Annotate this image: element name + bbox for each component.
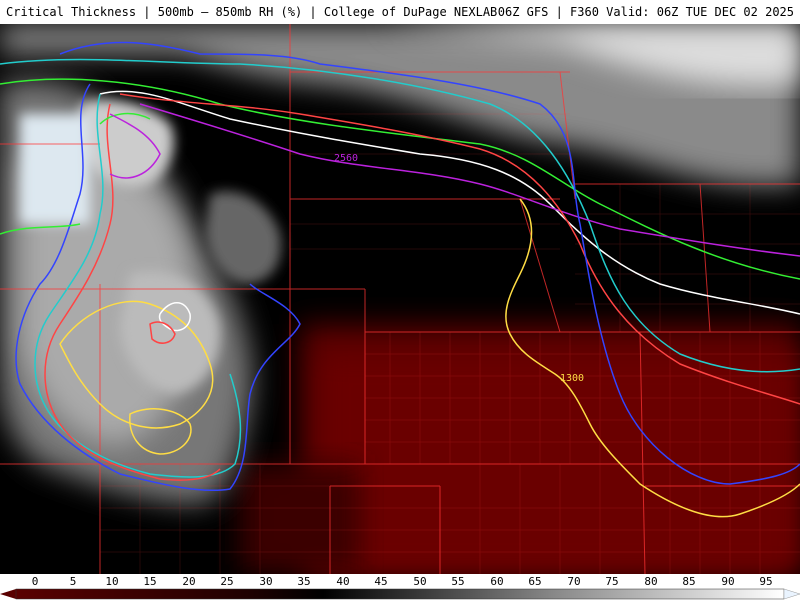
- rh-saturated-west: [20, 114, 90, 224]
- legend-tick: 0: [31, 575, 39, 588]
- legend-tick: 5: [69, 575, 77, 588]
- legend-tick: 75: [605, 575, 619, 588]
- contour-label-1300: 1300: [560, 373, 584, 384]
- legend-tick: 45: [374, 575, 388, 588]
- colorbar-right-arrow: [783, 588, 800, 600]
- legend-tick: 65: [528, 575, 542, 588]
- colorbar-left-arrow: [0, 589, 16, 599]
- product-title: Critical Thickness | 500mb – 850mb RH (%…: [6, 5, 498, 19]
- legend-tick: 70: [567, 575, 581, 588]
- legend-tick: 25: [220, 575, 234, 588]
- legend-tick: 85: [682, 575, 696, 588]
- rh-colorbar: [0, 588, 800, 600]
- header-bar: Critical Thickness | 500mb – 850mb RH (%…: [0, 0, 800, 24]
- legend-tick: 95: [759, 575, 773, 588]
- legend-tick-labels: 0 5 10 15 20 25 30 35 40 45 50 55 60 65 …: [0, 574, 800, 588]
- contour-label-2560: 2560: [334, 153, 358, 164]
- rh-legend: 0 5 10 15 20 25 30 35 40 45 50 55 60 65 …: [0, 574, 800, 600]
- legend-tick: 30: [259, 575, 273, 588]
- map-svg: 2560 1300: [0, 24, 800, 575]
- app-root: Critical Thickness | 500mb – 850mb RH (%…: [0, 0, 800, 600]
- valid-time: 06Z GFS | F360 Valid: 06Z TUE DEC 02 202…: [497, 5, 794, 19]
- legend-tick: 40: [336, 575, 350, 588]
- legend-tick: 50: [413, 575, 427, 588]
- rh-dry-region-3: [240, 464, 360, 574]
- legend-tick: 60: [490, 575, 504, 588]
- legend-tick: 80: [644, 575, 658, 588]
- colorbar-gradient: [15, 588, 785, 600]
- legend-tick: 55: [451, 575, 465, 588]
- legend-tick: 20: [182, 575, 196, 588]
- legend-tick: 90: [721, 575, 735, 588]
- forecast-map[interactable]: 2560 1300: [0, 24, 800, 575]
- legend-tick: 15: [143, 575, 157, 588]
- legend-tick: 10: [105, 575, 119, 588]
- rh-field: [0, 24, 800, 574]
- legend-tick: 35: [297, 575, 311, 588]
